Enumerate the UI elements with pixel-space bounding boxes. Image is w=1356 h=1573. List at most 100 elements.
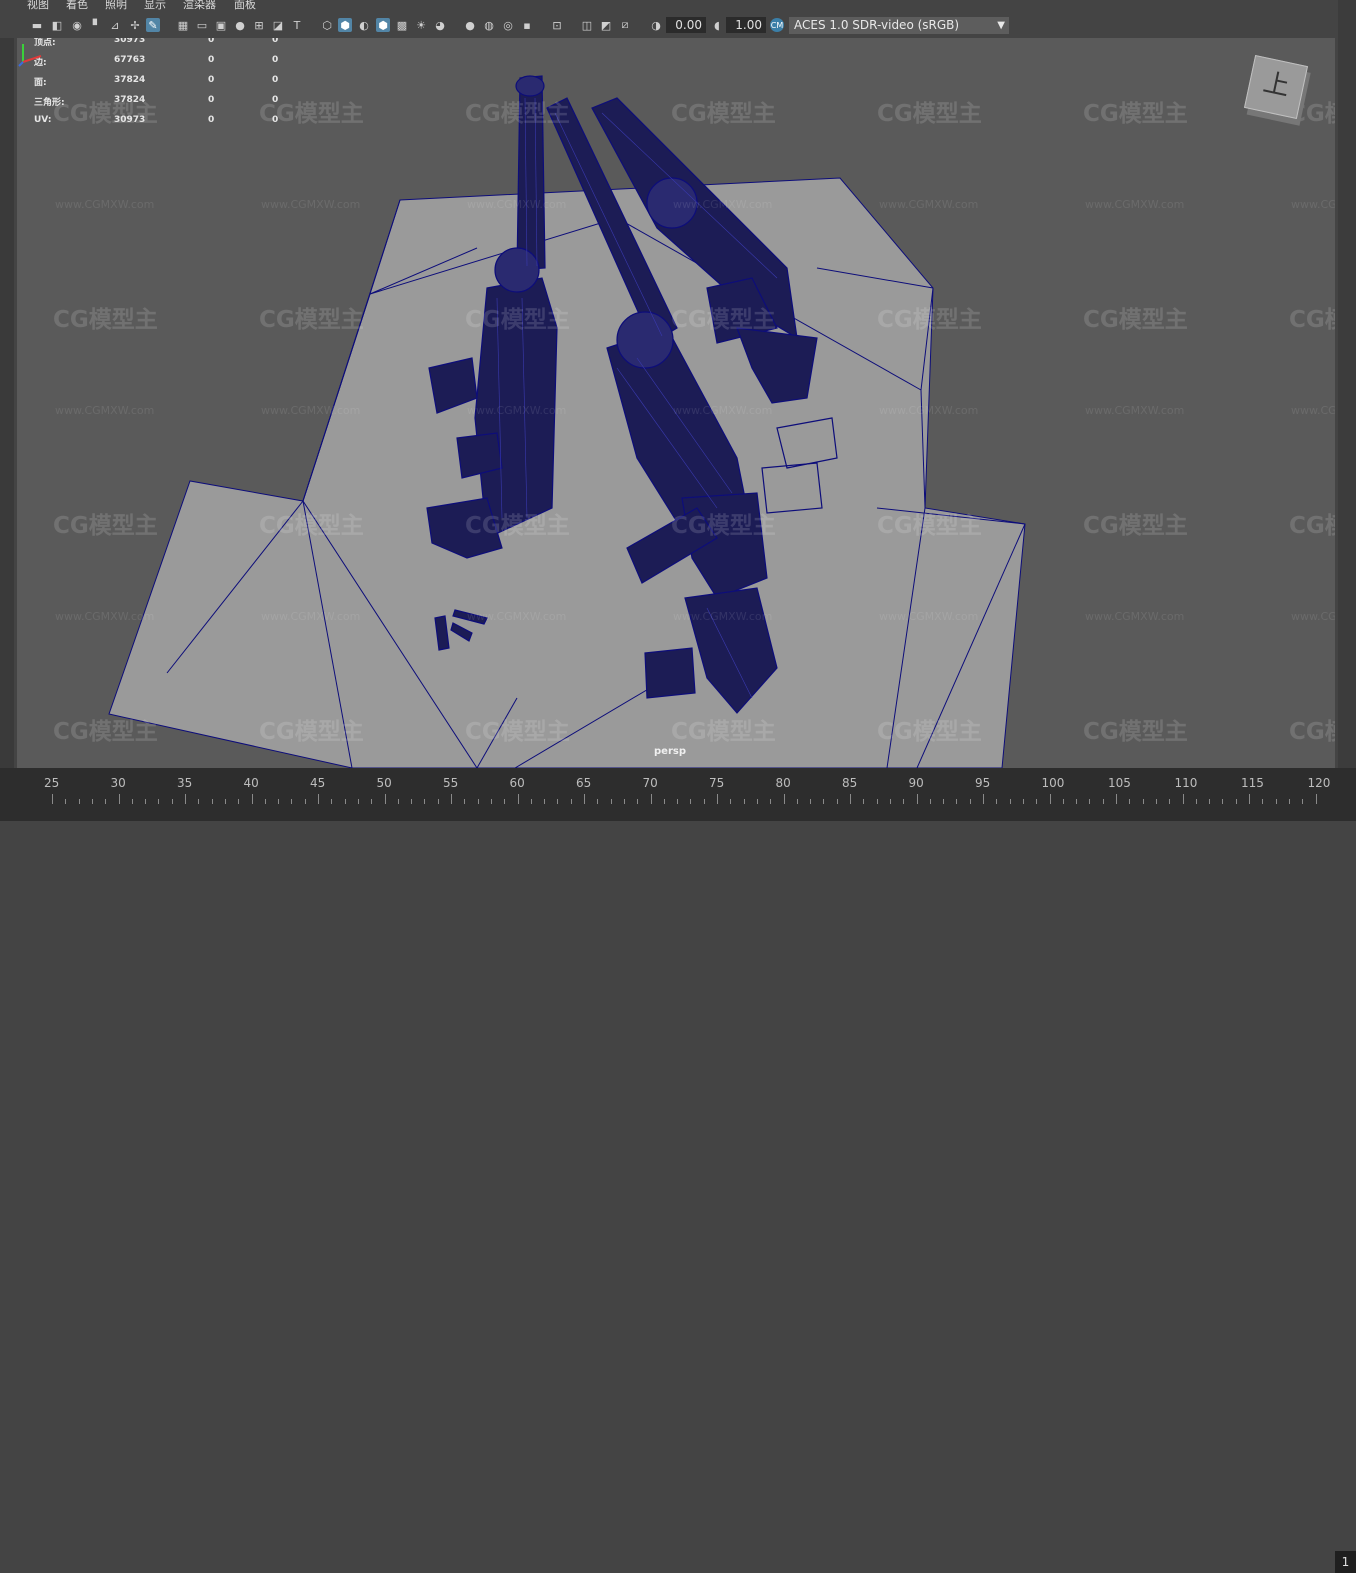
timeline-tick [1315, 794, 1317, 804]
color-manage-icon[interactable]: CM [770, 18, 784, 32]
timeline-tick [584, 794, 585, 804]
gamma-icon[interactable]: ◖ [710, 18, 724, 32]
timeline-tick [796, 799, 798, 804]
timeline-tick [717, 794, 718, 804]
menu-shading[interactable]: 着色 [66, 0, 88, 10]
current-frame-field[interactable]: 1 [1335, 1551, 1356, 1573]
timeline-tick [1262, 799, 1264, 804]
anti-alias-icon[interactable]: ◎ [501, 18, 515, 32]
safe-action-icon[interactable]: ◪ [271, 18, 285, 32]
camera-lock-icon[interactable]: ◉ [70, 18, 84, 32]
timeline-tick [451, 794, 452, 804]
hud-value: 0 [208, 75, 215, 85]
hud-value: 37824 [114, 75, 146, 85]
hud-label: 面: [34, 78, 47, 88]
hud-row-vertices: 顶点: 30973 0 0 [34, 38, 314, 49]
timeline-tick [171, 799, 173, 804]
menu-lighting[interactable]: 照明 [105, 0, 127, 10]
perspective-viewport[interactable]: CG模型主 www.CGMXW.com CG模型主 www.CGMXW.com CG模型… [17, 38, 1335, 768]
menu-view[interactable]: 视图 [27, 0, 49, 10]
timeline-tick [371, 799, 373, 804]
xray-active-icon[interactable]: ◩ [599, 18, 613, 32]
grid-icon[interactable]: ▦ [176, 18, 190, 32]
timeline-tick [1195, 799, 1197, 804]
timeline-tick [623, 799, 625, 804]
smooth-shade-icon[interactable]: ⬢ [338, 18, 352, 32]
default-material-icon[interactable]: ◐ [357, 18, 371, 32]
isolate-icon[interactable]: ⊡ [550, 18, 564, 32]
gate-mask-icon[interactable]: ● [233, 18, 247, 32]
bookmark-icon[interactable]: ▘ [90, 18, 104, 32]
timeline-tick [1009, 799, 1011, 804]
two-d-pan-icon[interactable]: ✢ [128, 18, 142, 32]
timeline-label: 35 [177, 776, 193, 790]
watermark-logo: CG模型主 [259, 307, 364, 333]
color-space-dropdown[interactable]: ACES 1.0 SDR-video (sRGB) ▼ [789, 17, 1009, 34]
timeline-label: 120 [1307, 776, 1331, 790]
menu-panels[interactable]: 面板 [234, 0, 256, 10]
wireframe-icon[interactable]: ⬡ [320, 18, 334, 32]
textured-icon[interactable]: ▩ [395, 18, 409, 32]
watermark-url: www.CGMXW.com [1085, 610, 1185, 623]
timeline-label: 80 [775, 776, 791, 790]
shadows-icon[interactable]: ◕ [433, 18, 447, 32]
watermark-logo: CG模型主 [1289, 719, 1335, 745]
timeline-tick [943, 799, 945, 804]
watermark-logo: CG模型主 [53, 513, 158, 539]
watermark-url: www.CGMXW.com [261, 610, 361, 623]
menu-renderer[interactable]: 渲染器 [183, 0, 216, 10]
watermark-logo: CG模型主 [1083, 719, 1188, 745]
timeline-tick [1102, 799, 1104, 804]
axis-gizmo-icon [18, 44, 42, 67]
screen-space-ao-icon[interactable]: ● [463, 18, 477, 32]
watermark-logo: CG模型主 [259, 719, 364, 745]
timeline-tick [863, 799, 865, 804]
timeline-tick [637, 799, 639, 804]
exposure-icon[interactable]: ◑ [649, 18, 663, 32]
timeline-tick [1169, 799, 1171, 804]
timeline-tick [517, 794, 519, 804]
watermark-logo: CG模型主 [259, 513, 364, 539]
xray-joints-icon[interactable]: ⧄ [618, 18, 632, 32]
timeline-tick [983, 794, 984, 804]
camera-select-icon[interactable]: ▬ [30, 18, 44, 32]
view-cube[interactable]: 上 [1243, 54, 1309, 120]
timeline-tick [810, 799, 812, 804]
field-chart-icon[interactable]: ⊞ [252, 18, 266, 32]
depth-of-field-icon[interactable]: ▪ [520, 18, 534, 32]
film-gate-icon[interactable]: ▭ [195, 18, 209, 32]
timeline-tick [158, 799, 160, 804]
timeline-ruler[interactable]: 25 30 35 40 45 50 55 60 65 70 75 80 85 90 95 100 105 110 1… [22, 772, 1332, 810]
gamma-input[interactable]: 1.00 [726, 17, 766, 33]
motion-blur-icon[interactable]: ◍ [482, 18, 496, 32]
timeline-tick [384, 794, 386, 804]
timeline-label: 25 [44, 776, 60, 790]
menu-show[interactable]: 显示 [144, 0, 166, 10]
watermark-logo: CG模型主 [53, 719, 158, 745]
lights-icon[interactable]: ☀ [414, 18, 428, 32]
camera-attr-icon[interactable]: ◧ [50, 18, 64, 32]
timeline-label: 50 [376, 776, 392, 790]
exposure-input[interactable]: 0.00 [666, 17, 706, 33]
timeline-tick [969, 799, 971, 804]
watermark-url: www.CGMXW.com [673, 198, 773, 211]
resolution-gate-icon[interactable]: ▣ [214, 18, 228, 32]
timeline-tick [956, 799, 958, 804]
xray-icon[interactable]: ◫ [580, 18, 594, 32]
hud-row-uvs: UV: 30973 0 0 [34, 115, 314, 129]
timeline-tick [996, 799, 998, 804]
grease-pencil-icon[interactable]: ✎ [146, 18, 160, 32]
safe-title-icon[interactable]: T [290, 18, 304, 32]
timeline-tick [145, 799, 147, 804]
timeline-tick [211, 799, 213, 804]
wireframe-on-shaded-icon[interactable]: ⬢ [376, 18, 390, 32]
timeline-tick [1235, 799, 1237, 804]
timeline-label: 75 [709, 776, 725, 790]
image-plane-icon[interactable]: ⊿ [108, 18, 122, 32]
watermark-url: www.CGMXW.com [1291, 610, 1335, 623]
timeline-label: 60 [509, 776, 525, 790]
timeline-tick [1288, 799, 1290, 804]
time-slider[interactable]: 25 30 35 40 45 50 55 60 65 70 75 80 85 90 95 100 105 110 1… [0, 768, 1356, 1573]
watermark-logo: CG模型主 [465, 101, 570, 127]
timeline-tick [1089, 799, 1091, 804]
